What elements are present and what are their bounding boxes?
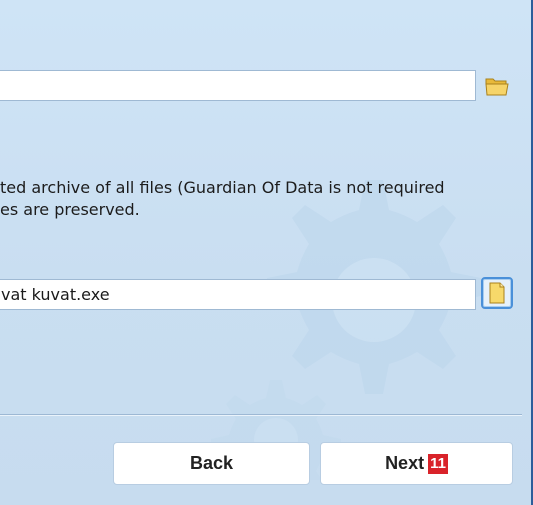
archive-file-field[interactable]: vat kuvat.exe	[0, 279, 476, 310]
next-button-label: Next	[385, 453, 425, 473]
browse-file-button[interactable]	[481, 277, 513, 309]
file-icon	[489, 282, 505, 304]
browse-folder-button[interactable]	[481, 70, 513, 102]
description-line-2: es are preserved.	[0, 200, 140, 219]
next-button[interactable]: Next 11	[320, 442, 513, 485]
wizard-panel: ted archive of all files (Guardian Of Da…	[0, 0, 533, 505]
step-badge: 11	[428, 453, 448, 474]
description-line-1: ted archive of all files (Guardian Of Da…	[0, 178, 445, 197]
footer-divider	[0, 414, 522, 416]
back-button[interactable]: Back	[113, 442, 310, 485]
folder-open-icon	[485, 78, 509, 96]
description-text: ted archive of all files (Guardian Of Da…	[0, 177, 520, 221]
output-folder-field[interactable]	[0, 70, 476, 101]
back-button-label: Back	[189, 453, 234, 473]
